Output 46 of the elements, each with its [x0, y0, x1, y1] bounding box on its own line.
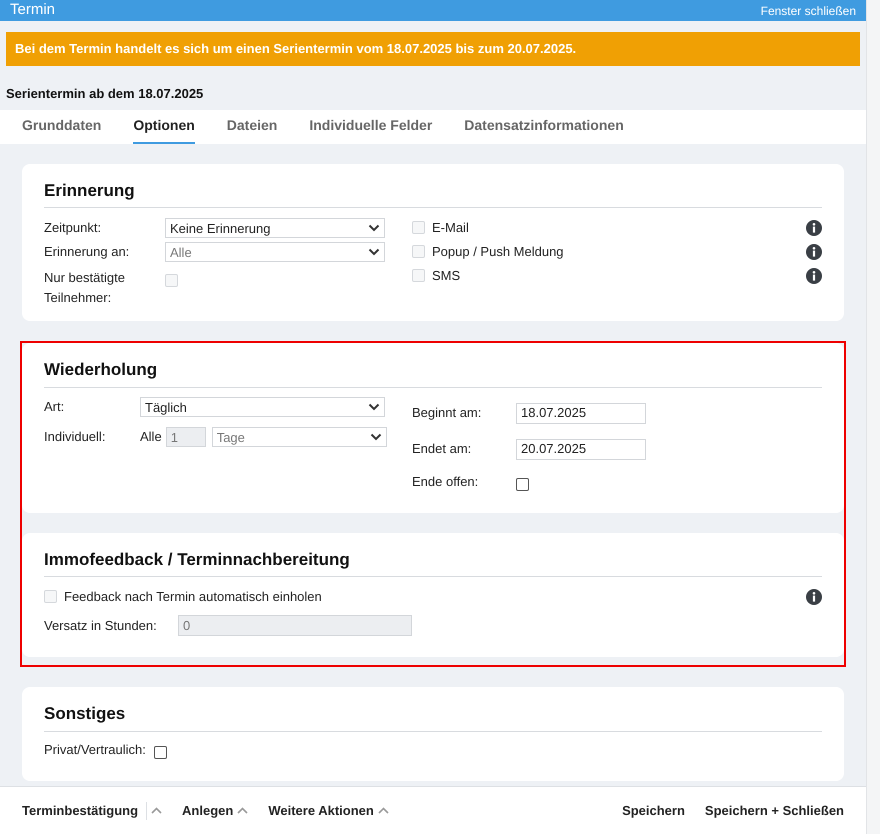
tab[interactable]: Grunddaten	[22, 110, 102, 144]
field-label: Zeitpunkt:	[44, 218, 102, 237]
tab[interactable]: Optionen	[133, 110, 195, 144]
window-title: Termin	[10, 0, 56, 20]
checkbox[interactable]	[154, 746, 167, 758]
menu-button[interactable]: Terminbestätigung	[22, 800, 162, 820]
tab[interactable]: Datensatzinformationen	[464, 110, 624, 144]
field-label: Ende offen:	[412, 472, 480, 490]
option-label: Popup / Push Meldung	[432, 242, 564, 261]
field-label: Versatz in Stunden:	[44, 616, 158, 635]
section-title: Sonstiges	[44, 701, 822, 732]
field-label: Endet am:	[412, 440, 472, 458]
section-title: Erinnerung	[44, 178, 822, 208]
chevron-down-icon	[370, 433, 382, 441]
chevron-up-icon	[378, 807, 389, 814]
select-field[interactable]: Keine Erinnerung	[165, 218, 385, 238]
menu-button[interactable]: Anlegen	[182, 800, 248, 820]
option-label: Feedback nach Termin automatisch einholen	[64, 588, 322, 606]
chevron-down-icon	[368, 248, 380, 256]
field-label: Art:	[44, 398, 66, 416]
section-title: Wiederholung	[44, 357, 822, 388]
save-button[interactable]: Speichern + Schließen	[704, 800, 844, 820]
chevron-up-icon	[237, 807, 248, 814]
input-field[interactable]: 18.07.2025	[516, 402, 646, 424]
notice-banner: Bei dem Termin handelt es sich um einen Serientermin vom 18.07.2025 bis zum 20.07.2025.	[6, 32, 860, 66]
option-label: SMS	[432, 266, 460, 285]
field-label: Privat/Vertraulich:	[44, 740, 147, 758]
chevron-up-icon	[151, 807, 162, 814]
chevron-down-icon	[368, 403, 380, 411]
save-button[interactable]: Speichern	[622, 800, 685, 820]
checkbox[interactable]	[516, 478, 529, 490]
field-label: Nur bestätigte Teilnehmer:	[44, 269, 126, 306]
select-field[interactable]: Täglich	[140, 397, 385, 417]
section-title: Immofeedback / Terminnachbereitung	[44, 546, 822, 577]
prefix-label: Alle	[140, 428, 162, 446]
field-label: Individuell:	[44, 428, 106, 446]
input-field[interactable]: 20.07.2025	[516, 438, 646, 460]
scrollbar[interactable]	[866, 0, 880, 834]
tab[interactable]: Individuelle Felder	[309, 110, 432, 144]
field-label: Erinnerung an:	[44, 242, 130, 261]
field-label: Beginnt am:	[412, 404, 482, 422]
option-label: E-Mail	[432, 218, 469, 237]
tab[interactable]: Dateien	[226, 110, 278, 144]
menu-button[interactable]: Weitere Aktionen	[268, 800, 389, 820]
page-heading: Serientermin ab dem 18.07.2025	[5, 85, 204, 103]
chevron-down-icon	[368, 224, 380, 232]
